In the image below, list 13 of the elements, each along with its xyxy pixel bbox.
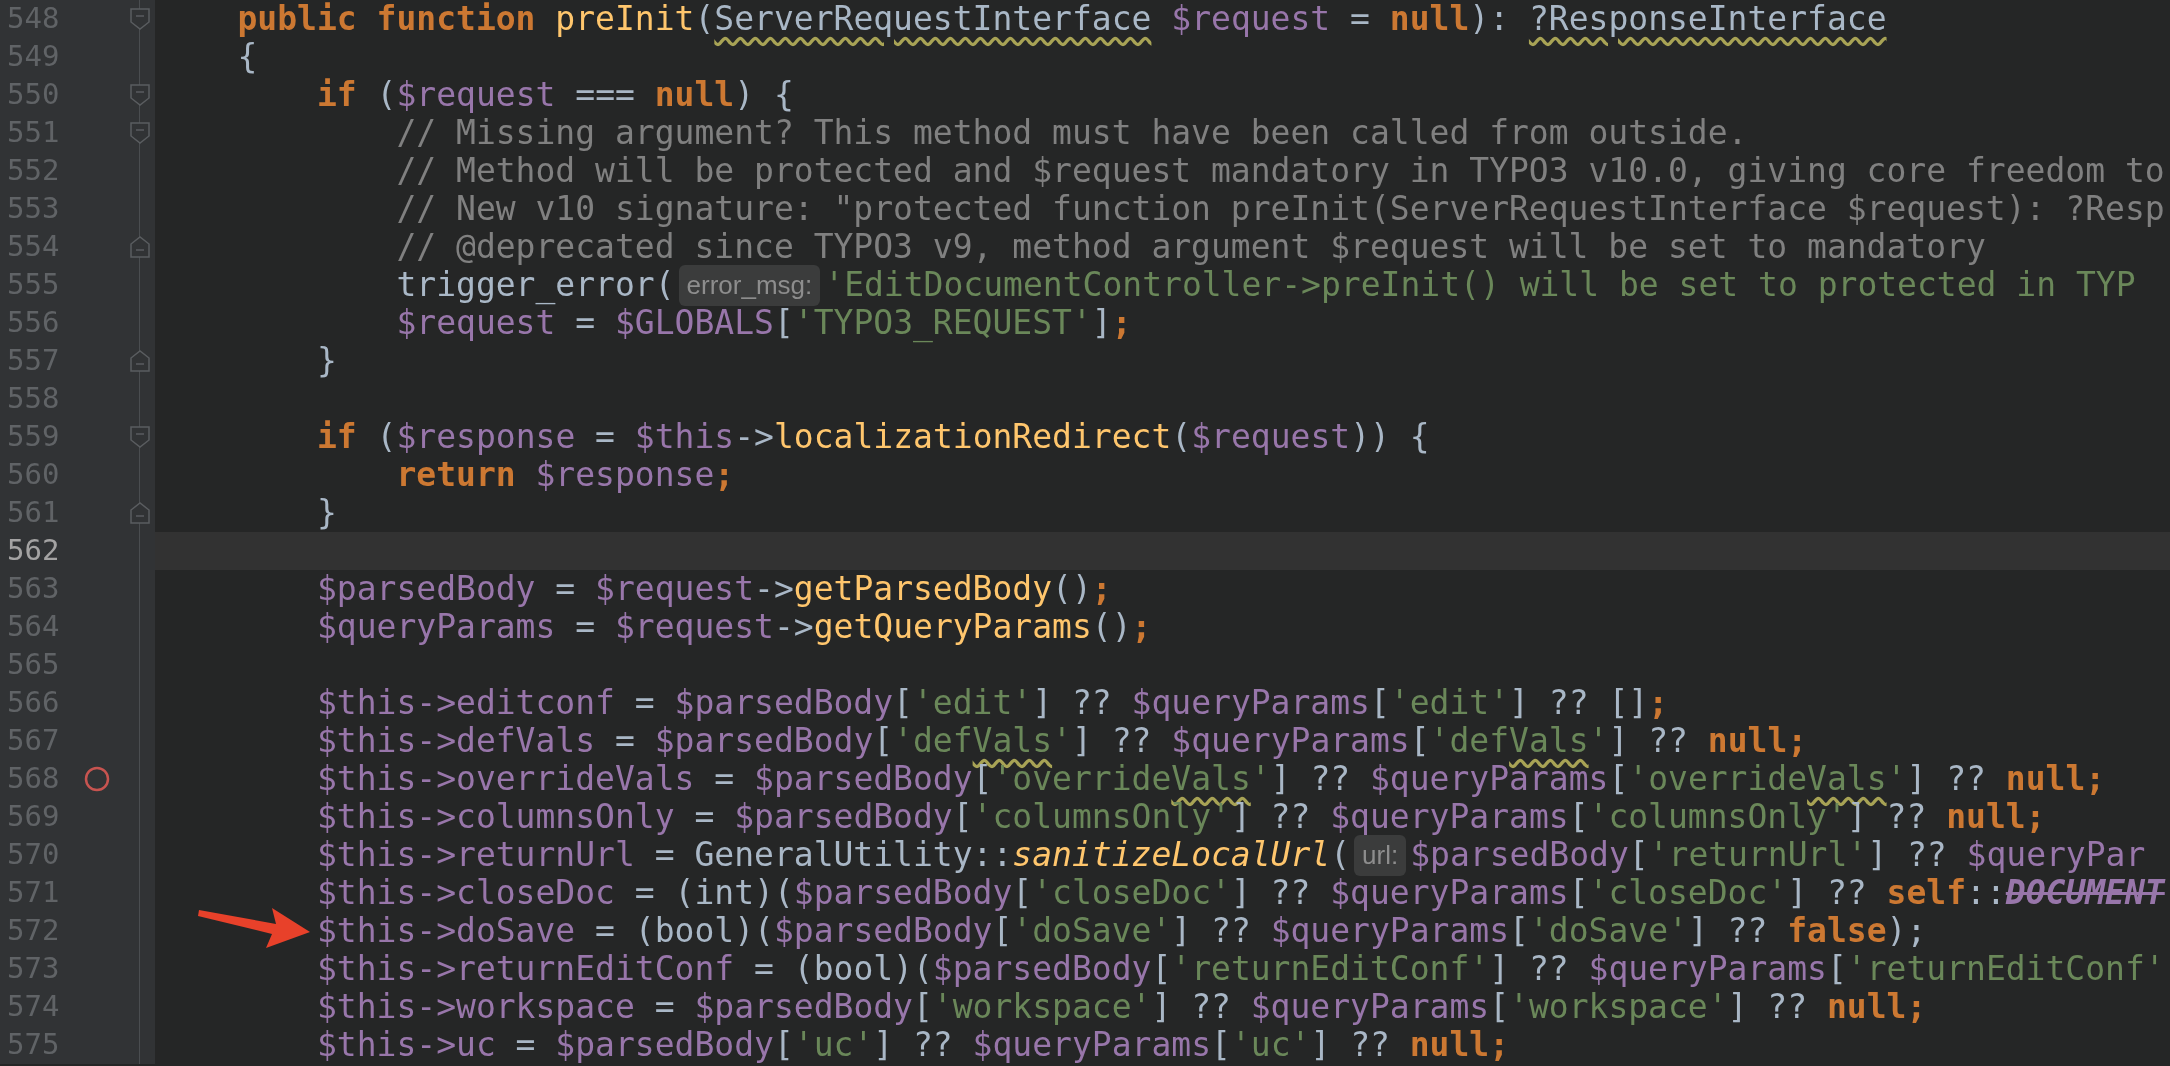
parameter-hint: url:: [1354, 834, 1407, 876]
breakpoint-icon[interactable]: [84, 766, 110, 792]
line-number: 562: [6, 532, 61, 570]
fold-collapse-icon[interactable]: [129, 502, 150, 524]
fold-collapse-icon[interactable]: [129, 350, 150, 372]
code-text: }: [316, 340, 337, 383]
parameter-hint: error_msg:: [678, 264, 821, 306]
fold-collapse-icon[interactable]: [129, 426, 150, 448]
fold-collapse-icon[interactable]: [129, 84, 150, 106]
fold-collapse-icon[interactable]: [129, 8, 150, 30]
code-text: }: [316, 492, 337, 535]
fold-collapse-icon[interactable]: [129, 122, 150, 144]
fold-collapse-icon[interactable]: [129, 236, 150, 258]
